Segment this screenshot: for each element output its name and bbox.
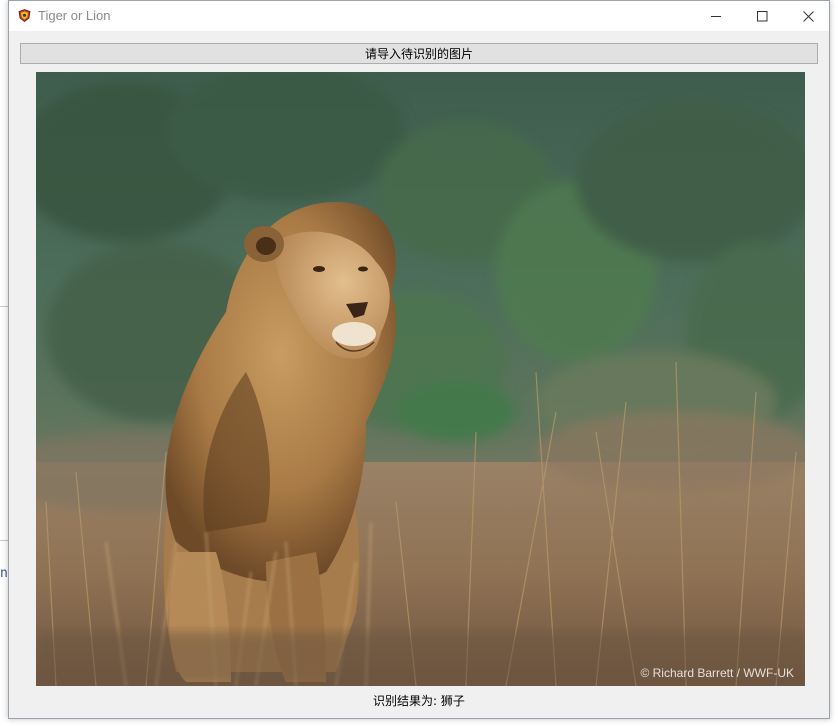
app-window: Tiger or Lion 请导入待识别的图片 © Richard Barret…: [8, 0, 830, 719]
result-label: 识别结果为:: [373, 694, 438, 708]
minimize-icon: [710, 15, 721, 17]
lion-photo-drawing: © Richard Barrett / WWF-UK: [36, 72, 805, 686]
maximize-icon: [756, 10, 767, 21]
maximize-button[interactable]: [739, 1, 785, 31]
photo-watermark: © Richard Barrett / WWF-UK: [640, 666, 794, 680]
close-button[interactable]: [785, 1, 831, 31]
lion-photo: © Richard Barrett / WWF-UK: [36, 72, 805, 686]
app-shield-icon: [18, 9, 31, 22]
background-text-fragment: n: [0, 566, 8, 581]
result-row: 识别结果为: 狮子: [9, 692, 829, 709]
import-image-button[interactable]: 请导入待识别的图片: [20, 43, 818, 64]
close-icon: [802, 10, 814, 22]
minimize-button[interactable]: [693, 1, 739, 31]
title-bar[interactable]: Tiger or Lion: [9, 1, 829, 31]
result-value: 狮子: [440, 694, 465, 708]
window-title: Tiger or Lion: [38, 8, 111, 23]
